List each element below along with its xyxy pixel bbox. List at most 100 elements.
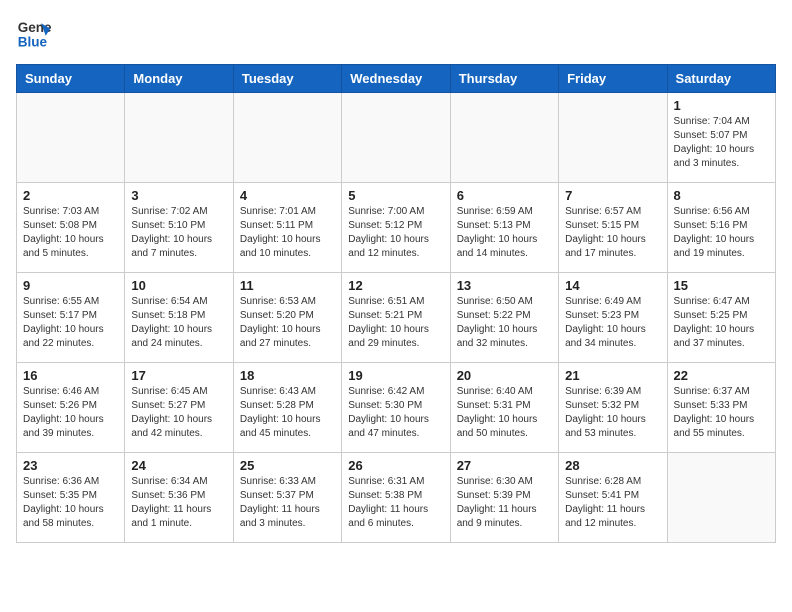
day-info: Sunrise: 7:02 AM Sunset: 5:10 PM Dayligh…: [131, 205, 226, 261]
day-number: 12: [348, 278, 443, 293]
calendar-cell: 4 Sunrise: 7:01 AM Sunset: 5:11 PM Daylig…: [233, 183, 341, 273]
day-info: Sunrise: 6:49 AM Sunset: 5:23 PM Dayligh…: [565, 295, 660, 351]
day-info: Sunrise: 6:47 AM Sunset: 5:25 PM Dayligh…: [674, 295, 769, 351]
calendar-cell: 14 Sunrise: 6:49 AM Sunset: 5:23 PM Dayli…: [559, 273, 667, 363]
day-info: Sunrise: 7:00 AM Sunset: 5:12 PM Dayligh…: [348, 205, 443, 261]
day-info: Sunrise: 6:54 AM Sunset: 5:18 PM Dayligh…: [131, 295, 226, 351]
day-info: Sunrise: 6:53 AM Sunset: 5:20 PM Dayligh…: [240, 295, 335, 351]
calendar-cell: 27 Sunrise: 6:30 AM Sunset: 5:39 PM Dayli…: [450, 453, 558, 543]
day-info: Sunrise: 6:46 AM Sunset: 5:26 PM Dayligh…: [23, 385, 118, 441]
day-info: Sunrise: 6:37 AM Sunset: 5:33 PM Dayligh…: [674, 385, 769, 441]
day-number: 14: [565, 278, 660, 293]
calendar-cell: 20 Sunrise: 6:40 AM Sunset: 5:31 PM Dayli…: [450, 363, 558, 453]
day-number: 6: [457, 188, 552, 203]
day-info: Sunrise: 6:36 AM Sunset: 5:35 PM Dayligh…: [23, 475, 118, 531]
day-number: 8: [674, 188, 769, 203]
calendar-week-1: 1Sunrise: 7:04 AM Sunset: 5:07 PM Daylig…: [17, 93, 776, 183]
weekday-header-saturday: Saturday: [667, 65, 775, 93]
day-number: 26: [348, 458, 443, 473]
calendar-week-3: 9 Sunrise: 6:55 AM Sunset: 5:17 PM Daylig…: [17, 273, 776, 363]
calendar-cell: 23 Sunrise: 6:36 AM Sunset: 5:35 PM Dayli…: [17, 453, 125, 543]
logo: General Blue: [16, 16, 52, 52]
weekday-header-friday: Friday: [559, 65, 667, 93]
day-info: Sunrise: 6:30 AM Sunset: 5:39 PM Dayligh…: [457, 475, 552, 531]
day-number: 27: [457, 458, 552, 473]
svg-text:Blue: Blue: [18, 35, 48, 50]
day-number: 25: [240, 458, 335, 473]
day-info: Sunrise: 6:42 AM Sunset: 5:30 PM Dayligh…: [348, 385, 443, 441]
day-number: 11: [240, 278, 335, 293]
logo-icon: General Blue: [16, 16, 52, 52]
calendar-cell: [233, 93, 341, 183]
day-number: 23: [23, 458, 118, 473]
header: General Blue: [16, 16, 776, 52]
weekday-header-tuesday: Tuesday: [233, 65, 341, 93]
day-number: 28: [565, 458, 660, 473]
weekday-header-wednesday: Wednesday: [342, 65, 450, 93]
day-info: Sunrise: 6:40 AM Sunset: 5:31 PM Dayligh…: [457, 385, 552, 441]
day-number: 19: [348, 368, 443, 383]
calendar-cell: 10Sunrise: 6:54 AM Sunset: 5:18 PM Dayli…: [125, 273, 233, 363]
day-number: 20: [457, 368, 552, 383]
day-number: 13: [457, 278, 552, 293]
day-info: Sunrise: 6:43 AM Sunset: 5:28 PM Dayligh…: [240, 385, 335, 441]
day-info: Sunrise: 6:57 AM Sunset: 5:15 PM Dayligh…: [565, 205, 660, 261]
day-info: Sunrise: 6:33 AM Sunset: 5:37 PM Dayligh…: [240, 475, 335, 531]
calendar-cell: 22Sunrise: 6:37 AM Sunset: 5:33 PM Dayli…: [667, 363, 775, 453]
day-info: Sunrise: 6:45 AM Sunset: 5:27 PM Dayligh…: [131, 385, 226, 441]
day-info: Sunrise: 6:55 AM Sunset: 5:17 PM Dayligh…: [23, 295, 118, 351]
day-info: Sunrise: 6:39 AM Sunset: 5:32 PM Dayligh…: [565, 385, 660, 441]
day-info: Sunrise: 6:31 AM Sunset: 5:38 PM Dayligh…: [348, 475, 443, 531]
calendar-cell: 9 Sunrise: 6:55 AM Sunset: 5:17 PM Daylig…: [17, 273, 125, 363]
day-number: 17: [131, 368, 226, 383]
calendar-cell: 5 Sunrise: 7:00 AM Sunset: 5:12 PM Daylig…: [342, 183, 450, 273]
day-number: 16: [23, 368, 118, 383]
day-number: 4: [240, 188, 335, 203]
calendar-cell: 18 Sunrise: 6:43 AM Sunset: 5:28 PM Dayli…: [233, 363, 341, 453]
calendar-cell: [17, 93, 125, 183]
day-number: 9: [23, 278, 118, 293]
day-number: 15: [674, 278, 769, 293]
calendar-cell: 12 Sunrise: 6:51 AM Sunset: 5:21 PM Dayli…: [342, 273, 450, 363]
calendar-cell: 13 Sunrise: 6:50 AM Sunset: 5:22 PM Dayli…: [450, 273, 558, 363]
day-info: Sunrise: 7:04 AM Sunset: 5:07 PM Dayligh…: [674, 115, 769, 171]
weekday-header-row: SundayMondayTuesdayWednesdayThursdayFrid…: [17, 65, 776, 93]
day-info: Sunrise: 7:01 AM Sunset: 5:11 PM Dayligh…: [240, 205, 335, 261]
weekday-header-monday: Monday: [125, 65, 233, 93]
day-number: 24: [131, 458, 226, 473]
calendar-cell: [559, 93, 667, 183]
day-info: Sunrise: 6:51 AM Sunset: 5:21 PM Dayligh…: [348, 295, 443, 351]
calendar-cell: 24 Sunrise: 6:34 AM Sunset: 5:36 PM Dayli…: [125, 453, 233, 543]
day-number: 7: [565, 188, 660, 203]
calendar-cell: 21 Sunrise: 6:39 AM Sunset: 5:32 PM Dayli…: [559, 363, 667, 453]
day-info: Sunrise: 6:34 AM Sunset: 5:36 PM Dayligh…: [131, 475, 226, 531]
calendar-cell: [450, 93, 558, 183]
calendar-cell: 2 Sunrise: 7:03 AM Sunset: 5:08 PM Daylig…: [17, 183, 125, 273]
day-info: Sunrise: 6:59 AM Sunset: 5:13 PM Dayligh…: [457, 205, 552, 261]
calendar-week-5: 23 Sunrise: 6:36 AM Sunset: 5:35 PM Dayli…: [17, 453, 776, 543]
calendar-cell: 19 Sunrise: 6:42 AM Sunset: 5:30 PM Dayli…: [342, 363, 450, 453]
day-number: 5: [348, 188, 443, 203]
day-number: 3: [131, 188, 226, 203]
calendar-cell: 3 Sunrise: 7:02 AM Sunset: 5:10 PM Daylig…: [125, 183, 233, 273]
calendar-cell: 16 Sunrise: 6:46 AM Sunset: 5:26 PM Dayli…: [17, 363, 125, 453]
calendar-cell: 8Sunrise: 6:56 AM Sunset: 5:16 PM Daylig…: [667, 183, 775, 273]
calendar-cell: [342, 93, 450, 183]
calendar-cell: 28 Sunrise: 6:28 AM Sunset: 5:41 PM Dayli…: [559, 453, 667, 543]
weekday-header-sunday: Sunday: [17, 65, 125, 93]
calendar-cell: 1Sunrise: 7:04 AM Sunset: 5:07 PM Daylig…: [667, 93, 775, 183]
calendar-week-4: 16 Sunrise: 6:46 AM Sunset: 5:26 PM Dayli…: [17, 363, 776, 453]
calendar-cell: [125, 93, 233, 183]
day-number: 18: [240, 368, 335, 383]
calendar-cell: 15 Sunrise: 6:47 AM Sunset: 5:25 PM Dayli…: [667, 273, 775, 363]
calendar-cell: 25 Sunrise: 6:33 AM Sunset: 5:37 PM Dayli…: [233, 453, 341, 543]
day-number: 2: [23, 188, 118, 203]
calendar-week-2: 2 Sunrise: 7:03 AM Sunset: 5:08 PM Daylig…: [17, 183, 776, 273]
calendar-cell: 6 Sunrise: 6:59 AM Sunset: 5:13 PM Daylig…: [450, 183, 558, 273]
calendar-cell: 26 Sunrise: 6:31 AM Sunset: 5:38 PM Dayli…: [342, 453, 450, 543]
day-info: Sunrise: 6:50 AM Sunset: 5:22 PM Dayligh…: [457, 295, 552, 351]
day-number: 21: [565, 368, 660, 383]
day-info: Sunrise: 6:28 AM Sunset: 5:41 PM Dayligh…: [565, 475, 660, 531]
day-info: Sunrise: 7:03 AM Sunset: 5:08 PM Dayligh…: [23, 205, 118, 261]
calendar-body: 1Sunrise: 7:04 AM Sunset: 5:07 PM Daylig…: [17, 93, 776, 543]
